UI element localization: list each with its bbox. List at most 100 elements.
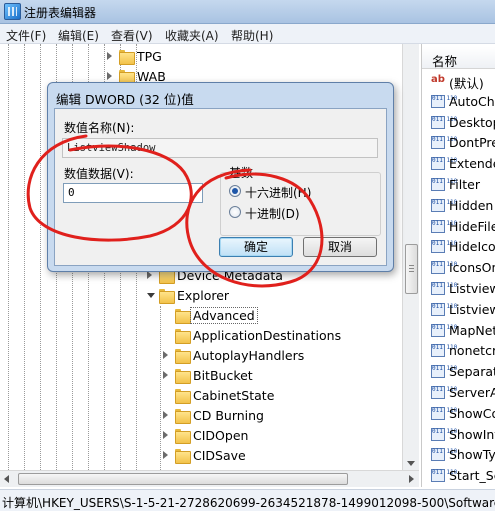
value-row[interactable]: 011 110nonetcra (422, 340, 495, 361)
hex-radio-label[interactable]: 十六进制(H) (245, 184, 311, 201)
value-row[interactable]: 011 110Extende (422, 153, 495, 174)
dialog-body: 数值名称(N): ListviewShadow 数值数据(V): 0 基数 十六… (54, 108, 387, 266)
value-row[interactable]: 011 110ShowTyp (422, 444, 495, 465)
value-row[interactable]: 011 110AutoChe (422, 91, 495, 112)
tree-item-label: CD Burning (193, 408, 264, 423)
scroll-right-arrow-icon[interactable] (409, 475, 414, 483)
scroll-down-arrow-icon[interactable] (407, 461, 415, 466)
dword-value-icon: 011 110 (431, 136, 457, 150)
ok-button[interactable]: 确定 (219, 237, 293, 257)
dword-value-icon: 011 110 (431, 427, 457, 441)
tree-item-application-destinations[interactable]: ApplicationDestinations (163, 326, 383, 346)
tree-item-explorer[interactable]: Explorer (147, 286, 347, 306)
scroll-left-arrow-icon[interactable] (4, 475, 9, 483)
value-row[interactable]: 011 110 Hidden (422, 195, 495, 216)
tree-item-bitbucket[interactable]: BitBucket (163, 366, 383, 386)
menu-help[interactable]: 帮助(H) (231, 27, 273, 44)
dword-value-icon: 011 110 (431, 115, 457, 129)
menu-favorites[interactable]: 收藏夹(A) (165, 27, 219, 44)
dword-value-icon: 011 110 (431, 94, 457, 108)
tree-item-label: AutoplayHandlers (193, 348, 305, 363)
tree-item-label: Explorer (177, 288, 230, 303)
tree-item-autoplay-handlers[interactable]: AutoplayHandlers (163, 346, 383, 366)
tree-item-cidopen[interactable]: CIDOpen (163, 426, 383, 446)
value-row[interactable]: 011 110 IconsOn (422, 257, 495, 278)
tree-item-cabinet-state[interactable]: CabinetState (163, 386, 383, 406)
expand-arrow-icon[interactable] (163, 351, 168, 359)
value-row[interactable]: 011 110 Filter (422, 174, 495, 195)
expand-arrow-icon[interactable] (163, 371, 168, 379)
string-value-icon: ab (431, 74, 445, 87)
value-data-input[interactable]: 0 (63, 183, 203, 203)
expand-arrow-icon[interactable] (163, 431, 168, 439)
folder-icon (175, 329, 191, 344)
value-row[interactable]: 011 110 HideFile (422, 216, 495, 237)
value-row[interactable]: 011 110HideIcon (422, 236, 495, 257)
tree-item-label: CabinetState (193, 388, 275, 403)
value-row[interactable]: 011 110ListviewS (422, 299, 495, 320)
menu-view[interactable]: 查看(V) (111, 27, 153, 44)
tree-item-cidsave[interactable]: CIDSave (163, 446, 383, 466)
scrollbar-thumb[interactable] (18, 473, 348, 485)
value-row[interactable]: 011 110 MapNet (422, 320, 495, 341)
value-row[interactable]: ab (默认) (422, 70, 495, 91)
column-header-name[interactable]: 名称 (422, 47, 495, 69)
value-data-label: 数值数据(V): (64, 167, 134, 181)
hex-radio[interactable] (229, 185, 241, 197)
window-titlebar: 注册表编辑器 (0, 0, 495, 24)
value-row[interactable]: 011 110 Listview (422, 278, 495, 299)
value-name: AutoChe (449, 93, 495, 109)
value-name: Listview (449, 281, 495, 296)
menu-file[interactable]: 文件(F) (6, 27, 46, 44)
dword-value-icon: 011 110 (431, 386, 457, 399)
expand-arrow-icon[interactable] (107, 72, 112, 80)
folder-icon (175, 309, 191, 324)
value-row[interactable]: 011 110 DontPre (422, 132, 495, 153)
collapse-arrow-icon[interactable] (147, 293, 155, 298)
decimal-radio[interactable] (229, 206, 241, 218)
tree-item-label: Advanced (190, 307, 258, 324)
dword-value-icon: 011 110 (431, 344, 457, 358)
value-row[interactable]: 011 110 ServerA (422, 382, 495, 403)
tree-item-label: ApplicationDestinations (193, 328, 342, 343)
expand-arrow-icon[interactable] (147, 271, 152, 279)
value-row[interactable]: 011 110 ShowInf (422, 424, 495, 445)
value-row[interactable]: 011 110 ShowCo (422, 403, 495, 424)
tree-item-tpg[interactable]: TPG (107, 47, 227, 67)
tree-horizontal-scrollbar[interactable] (0, 470, 419, 487)
tree-vertical-scrollbar[interactable] (402, 44, 419, 470)
value-list[interactable]: 名称 ab(默认)011 110AutoChe011 110Desktop011… (421, 44, 495, 487)
cancel-button[interactable]: 取消 (303, 237, 377, 257)
dword-value-icon: 011 110 (431, 219, 457, 233)
value-name: nonetcra (449, 343, 495, 359)
folder-icon (175, 369, 191, 384)
decimal-radio-label[interactable]: 十进制(D) (245, 205, 300, 222)
tree-item-label: BitBucket (193, 368, 253, 383)
value-name: HideIcon (449, 239, 495, 255)
tree-item-label: CIDSave (193, 448, 246, 463)
value-name: DontPre (449, 135, 495, 151)
value-name: MapNet (449, 322, 495, 338)
tree-item-cd-burning[interactable]: CD Burning (163, 406, 383, 426)
expand-arrow-icon[interactable] (107, 52, 112, 60)
scrollbar-thumb[interactable] (405, 244, 418, 294)
dword-value-icon: 011 110 (431, 198, 457, 212)
menu-edit[interactable]: 编辑(E) (58, 27, 99, 44)
expand-arrow-icon[interactable] (163, 451, 168, 459)
value-name: ListviewS (449, 301, 495, 317)
value-name-field: ListviewShadow (62, 138, 378, 158)
value-row[interactable]: 011 110Start_Se (422, 465, 495, 486)
tree-item-advanced[interactable]: Advanced (163, 306, 363, 326)
value-name: ShowTyp (449, 447, 495, 463)
edit-dword-dialog: 编辑 DWORD (32 位)值 数值名称(N): ListviewShadow… (47, 82, 394, 272)
tree-guide-line (160, 306, 161, 470)
menu-bar: 文件(F) 编辑(E) 查看(V) 收藏夹(A) 帮助(H) (0, 24, 495, 44)
expand-arrow-icon[interactable] (163, 411, 168, 419)
value-row[interactable]: 011 110Desktop (422, 112, 495, 133)
value-name: ShowCo (449, 405, 495, 421)
folder-icon (175, 349, 191, 364)
value-row[interactable]: 011 110Separate (422, 361, 495, 382)
folder-icon (175, 389, 191, 404)
value-name: Start_Se (449, 468, 495, 484)
dword-value-icon: 011 110 (431, 469, 457, 483)
